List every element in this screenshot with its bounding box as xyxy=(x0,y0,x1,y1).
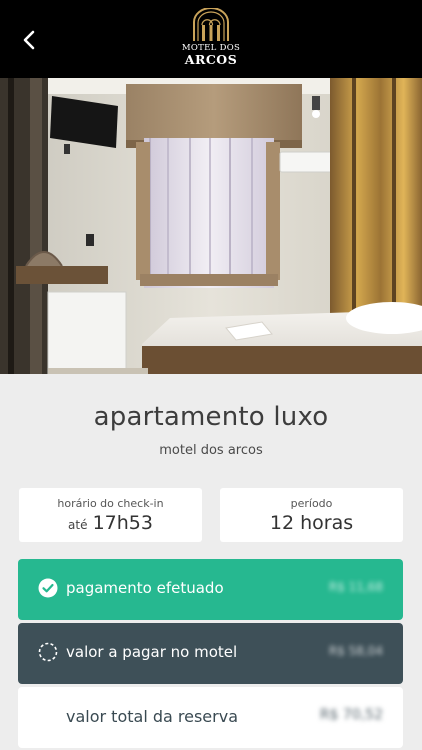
payment-done-row: pagamento efetuado R$ 11,68 xyxy=(18,559,403,620)
period-label: período xyxy=(290,497,333,510)
checkin-card: horário do check-in até 17h53 xyxy=(19,488,202,542)
checkin-time: 17h53 xyxy=(92,512,153,534)
check-circle-icon xyxy=(38,578,58,598)
reservation-details: apartamento luxo motel dos arcos horário… xyxy=(0,374,422,750)
back-button[interactable] xyxy=(14,26,44,54)
room-subtitle: motel dos arcos xyxy=(159,443,263,458)
dashed-circle-icon xyxy=(38,642,58,662)
total-row: valor total da reserva R$ 70,52 xyxy=(18,687,403,748)
room-title: apartamento luxo xyxy=(93,402,329,432)
logo-text-line2: ARCOS xyxy=(184,52,238,67)
period-value: 12 horas xyxy=(269,512,354,534)
pay-at-motel-row: valor a pagar no motel R$ 58,04 xyxy=(18,623,403,684)
checkin-prefix: até xyxy=(68,518,88,532)
motel-logo: MOTEL DOS ARCOS xyxy=(171,8,251,72)
total-amount: R$ 70,52 xyxy=(319,707,383,723)
payment-done-label: pagamento efetuado xyxy=(66,579,224,597)
pay-at-motel-label: valor a pagar no motel xyxy=(66,643,238,661)
total-label: valor total da reserva xyxy=(66,707,238,726)
period-card: período 12 horas xyxy=(220,488,403,542)
pay-at-motel-amount: R$ 58,04 xyxy=(328,644,383,658)
arches-logo-icon xyxy=(193,8,229,41)
top-bar: MOTEL DOS ARCOS xyxy=(0,0,422,78)
chevron-left-icon xyxy=(14,26,44,54)
payment-done-amount: R$ 11,68 xyxy=(328,580,383,594)
period-value-line: 12 horas xyxy=(220,512,403,534)
checkin-label: horário do check-in xyxy=(57,497,164,510)
checkin-value-line: até 17h53 xyxy=(19,512,202,534)
room-photo xyxy=(0,78,422,374)
